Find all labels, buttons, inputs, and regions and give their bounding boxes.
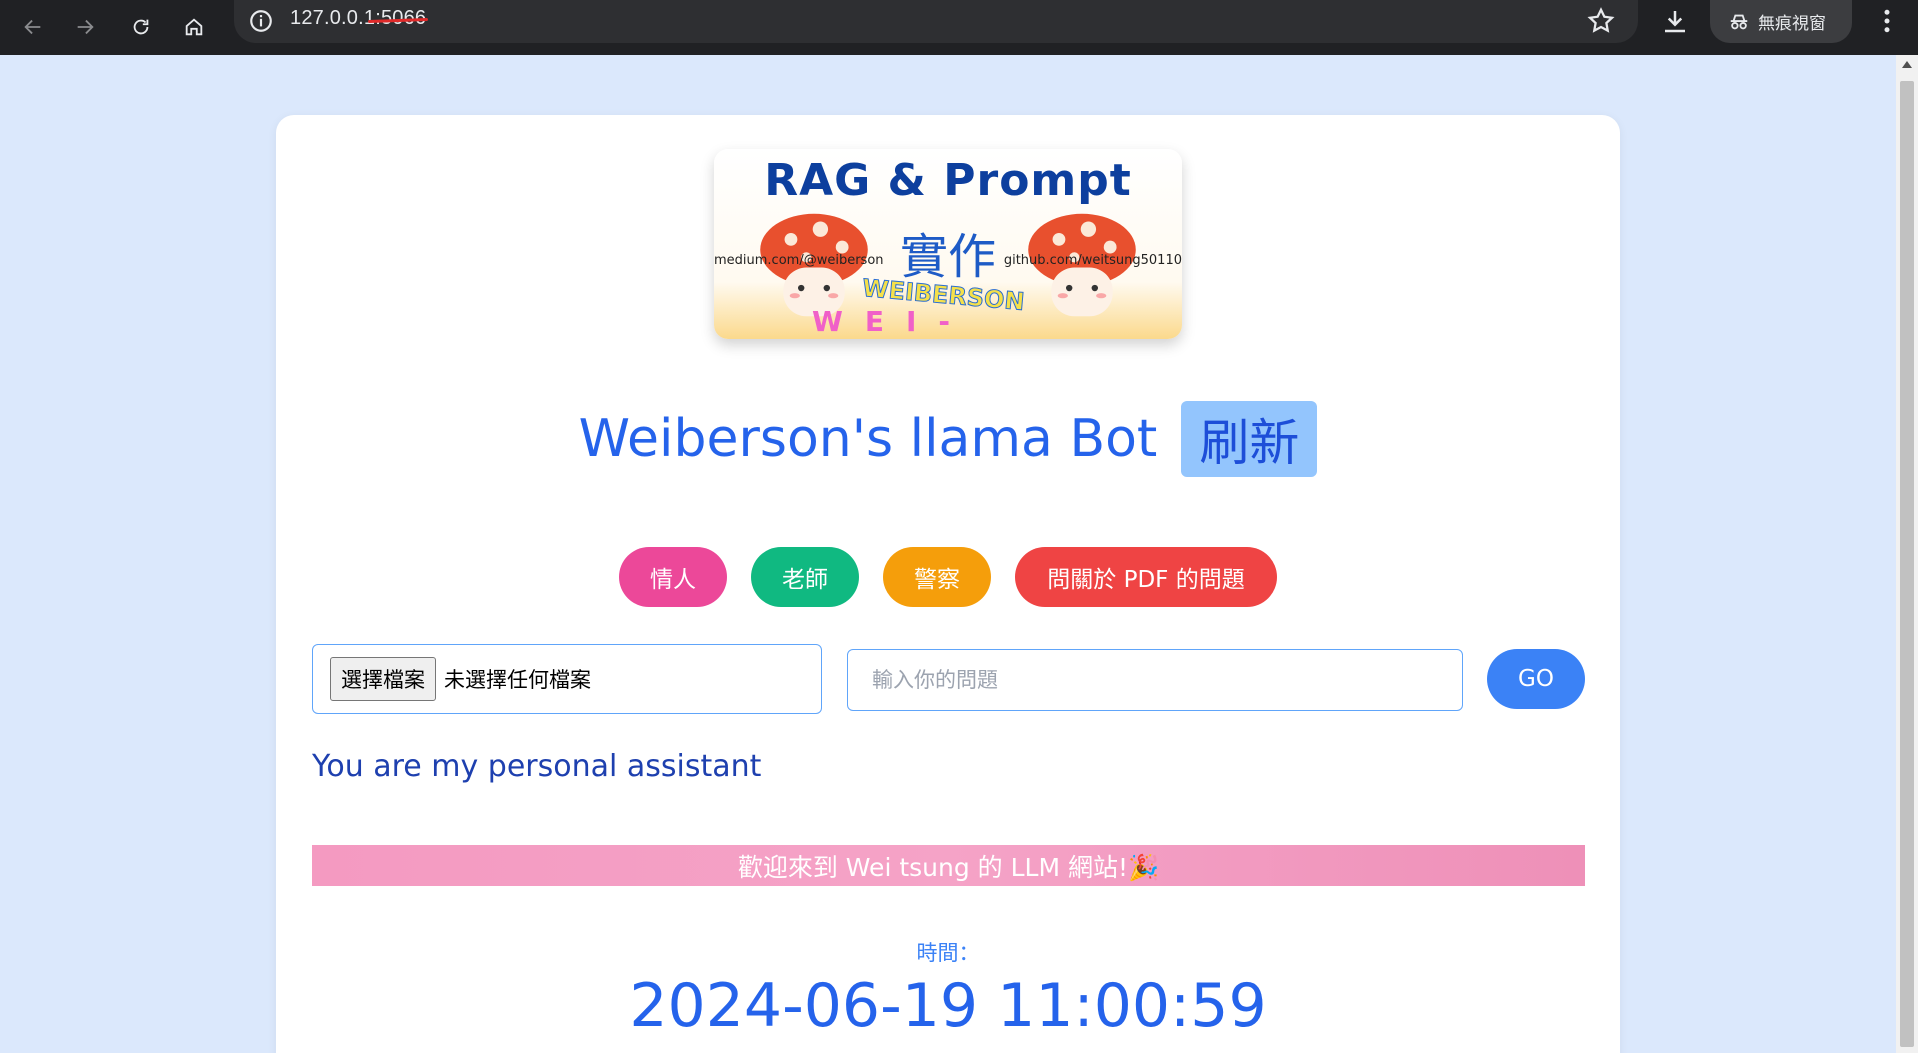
banner-signature-weitsung: WEI-TSUNG — [812, 305, 1008, 339]
role-buttons: 情人 老師 警察 問關於 PDF 的問題 — [276, 547, 1620, 607]
reload-button[interactable] — [122, 8, 160, 46]
assistant-prompt-text: You are my personal assistant — [312, 749, 762, 784]
reload-icon — [133, 19, 149, 35]
time-value: 2024-06-19 11:00:59 — [629, 971, 1267, 1041]
banner-medium-link: medium.com/@weiberson — [714, 253, 884, 268]
main-card: RAG & Prompt 實作 medium.com/@weiberson gi… — [276, 115, 1620, 1053]
bookmark-star-icon[interactable] — [1586, 6, 1616, 36]
scrollbar-thumb[interactable] — [1900, 81, 1914, 1047]
banner-title: RAG & Prompt — [764, 155, 1132, 206]
banner-image: RAG & Prompt 實作 medium.com/@weiberson gi… — [714, 149, 1182, 339]
page-title: Weiberson's llama Bot — [578, 409, 1158, 469]
menu-kebab-icon[interactable] — [1872, 6, 1902, 36]
role-teacher-button[interactable]: 老師 — [751, 547, 859, 607]
file-upload-field[interactable]: 選擇檔案 未選擇任何檔案 — [312, 644, 822, 714]
banner-subtitle: 實作 — [899, 229, 996, 285]
home-icon — [185, 18, 203, 36]
info-icon[interactable] — [248, 8, 274, 34]
role-pdf-question-button[interactable]: 問關於 PDF 的問題 — [1015, 547, 1277, 607]
question-input[interactable] — [847, 649, 1463, 711]
arrow-right-icon — [77, 19, 94, 35]
incognito-label: 無痕視窗 — [1758, 14, 1826, 34]
home-button[interactable] — [175, 8, 213, 46]
forward-button[interactable] — [66, 8, 104, 46]
vertical-scrollbar[interactable] — [1896, 55, 1918, 1053]
file-status-text: 未選擇任何檔案 — [444, 668, 591, 692]
time-label: 時間： — [916, 941, 980, 965]
refresh-button[interactable]: 刷新 — [1181, 401, 1318, 477]
page-viewport: RAG & Prompt 實作 medium.com/@weiberson gi… — [0, 55, 1896, 1053]
welcome-marquee: 歡迎來到 Wei tsung 的 LLM 網站!🎉 — [312, 845, 1585, 886]
download-icon[interactable] — [1660, 6, 1690, 36]
choose-file-button[interactable]: 選擇檔案 — [330, 657, 436, 701]
go-button[interactable]: GO — [1487, 649, 1585, 709]
role-lover-button[interactable]: 情人 — [619, 547, 727, 607]
address-bar[interactable]: 127.0.0.1:5066 — [234, 0, 1638, 43]
title-row: Weiberson's llama Bot 刷新 — [276, 401, 1620, 477]
banner-github-link: github.com/weitsung50110 — [1003, 253, 1182, 268]
arrow-left-icon — [24, 19, 41, 35]
role-police-button[interactable]: 警察 — [883, 547, 991, 607]
scroll-up-arrow-icon[interactable] — [1902, 61, 1912, 68]
browser-toolbar: 127.0.0.1:5066 無痕視窗 — [0, 0, 1918, 55]
incognito-icon — [1730, 14, 1748, 29]
back-button[interactable] — [14, 8, 52, 46]
incognito-indicator[interactable]: 無痕視窗 — [1710, 0, 1852, 43]
